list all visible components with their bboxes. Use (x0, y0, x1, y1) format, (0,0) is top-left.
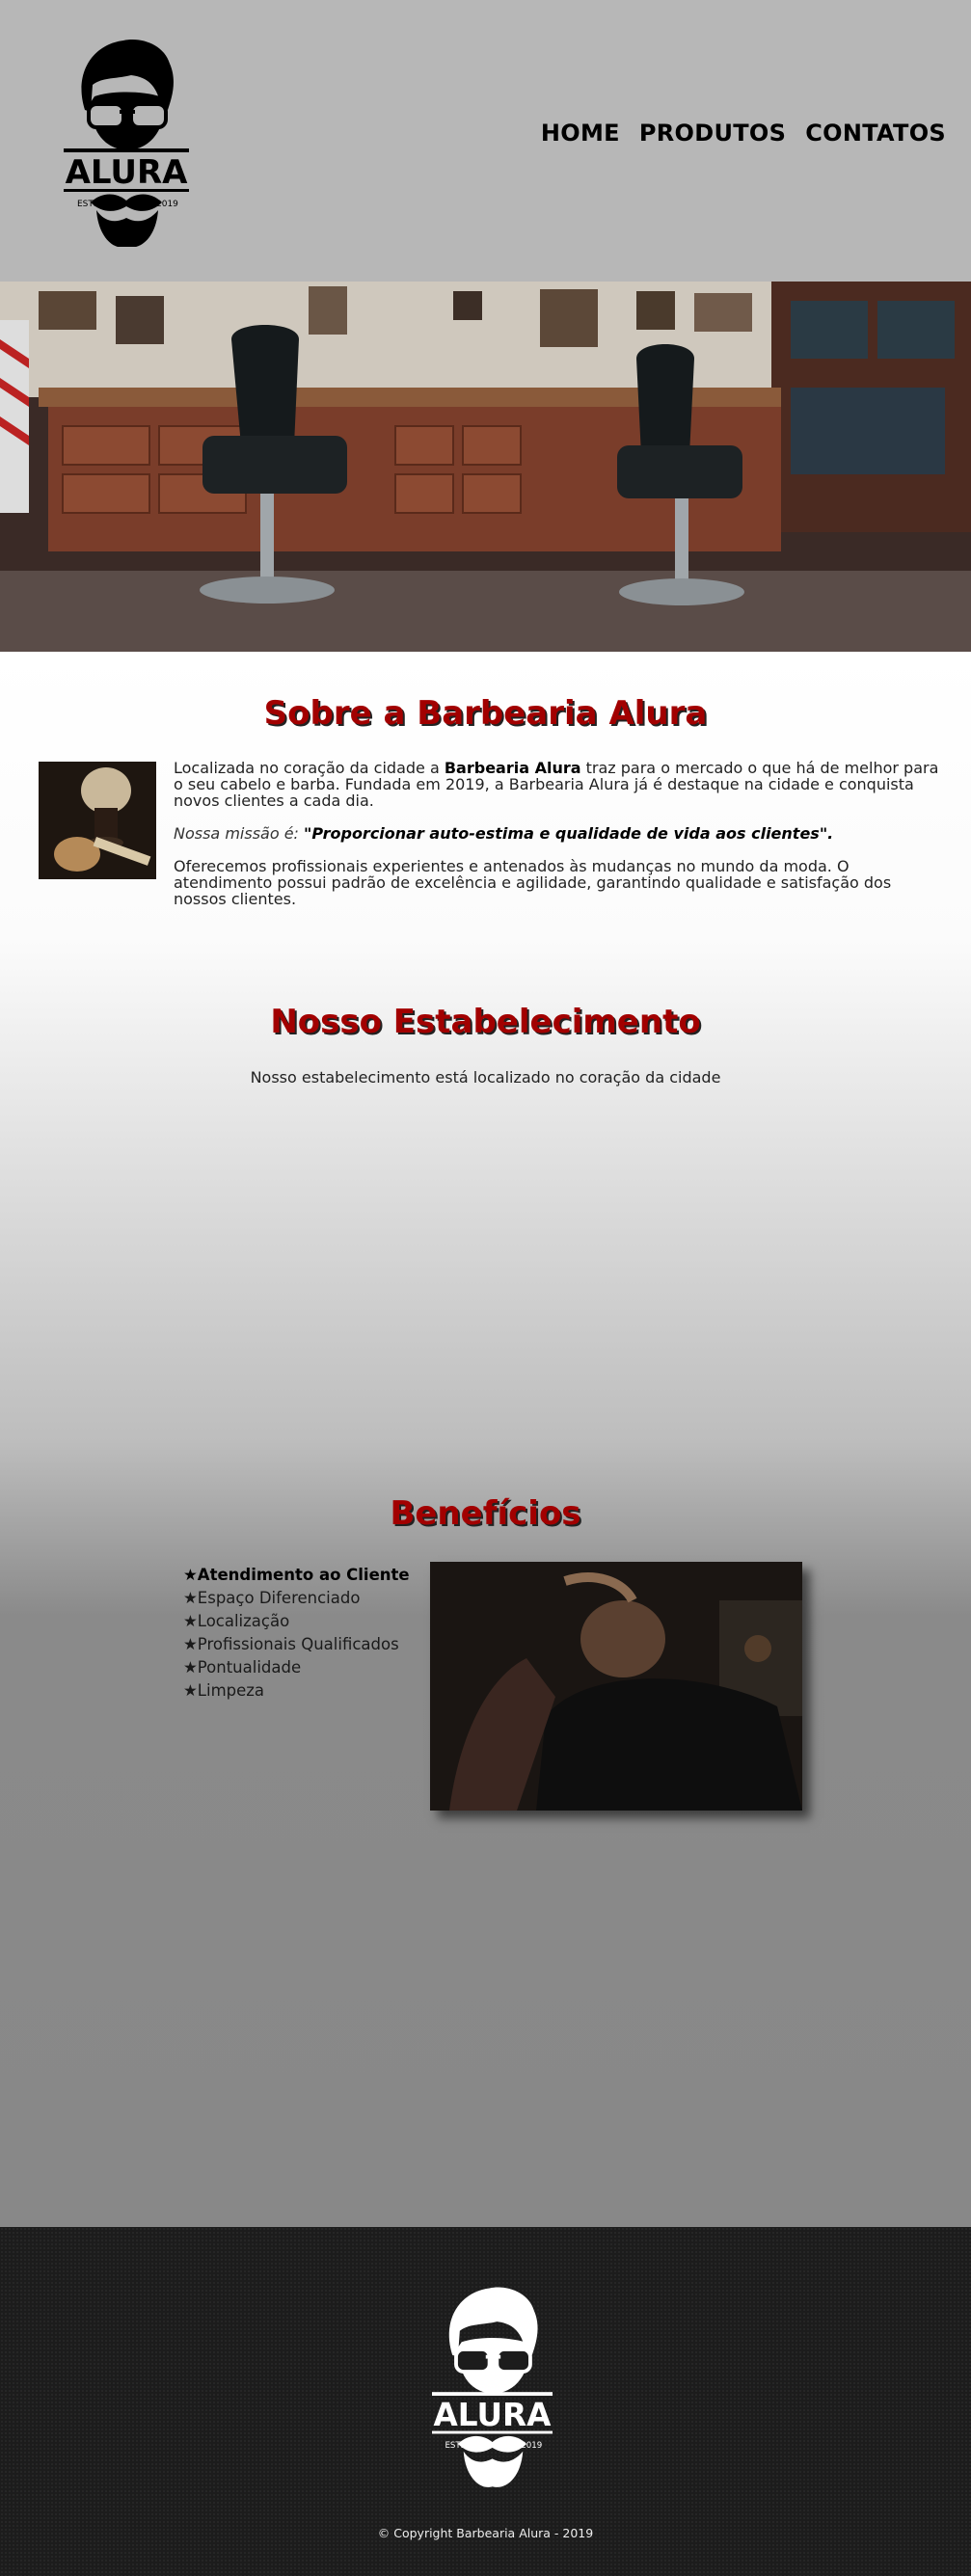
main-nav: HOME PRODUTOS CONTATOS (541, 120, 946, 147)
svg-text:ALURA: ALURA (434, 2397, 553, 2433)
list-item: ★Limpeza (183, 1681, 265, 1700)
list-item: ★Espaço Diferenciado (183, 1589, 361, 1607)
site-footer: ALURA ESTD 2019 © Copyright Barbearia Al… (0, 2227, 971, 2576)
about-paragraph-3: Oferecemos profissionais experientes e a… (174, 857, 892, 908)
copyright-text: © Copyright Barbearia Alura - 2019 (377, 2526, 594, 2540)
barber-shaving-image (430, 1562, 802, 1811)
establishment-subtitle: Nosso estabelecimento está localizado no… (250, 1068, 721, 1087)
nav-produtos[interactable]: PRODUTOS (639, 120, 786, 147)
list-item: ★Pontualidade (183, 1658, 302, 1677)
list-item: ★Localização (183, 1612, 290, 1630)
site-header: ALURA ESTD 2019 HOME PRODUTOS CONTATOS (0, 0, 971, 282)
benefits-title: Benefícios (390, 1494, 581, 1533)
list-item: ★Atendimento ao Cliente (183, 1566, 410, 1584)
nav-contatos[interactable]: CONTATOS (805, 120, 946, 147)
nav-home[interactable]: HOME (541, 120, 620, 147)
benefits-list: ★Atendimento ao Cliente ★Espaço Diferenc… (183, 1564, 410, 1703)
about-text: Localizada no coração da cidade a Barbea… (174, 760, 945, 924)
shaving-brush-image (39, 762, 156, 879)
mission-paragraph: Nossa missão é: "Proporcionar auto-estim… (174, 824, 834, 843)
about-paragraph-1: Localizada no coração da cidade a Barbea… (174, 759, 939, 810)
svg-text:ALURA: ALURA (66, 153, 189, 192)
alura-logo[interactable]: ALURA ESTD 2019 (64, 35, 189, 247)
about-title: Sobre a Barbearia Alura (263, 694, 708, 733)
establishment-title: Nosso Estabelecimento (270, 1003, 701, 1041)
main-content: Sobre a Barbearia Alura Localizada no co… (0, 652, 971, 2227)
list-item: ★Profissionais Qualificados (183, 1635, 399, 1653)
alura-footer-logo[interactable]: ALURA ESTD 2019 (432, 2281, 553, 2488)
banner-image (0, 282, 971, 652)
